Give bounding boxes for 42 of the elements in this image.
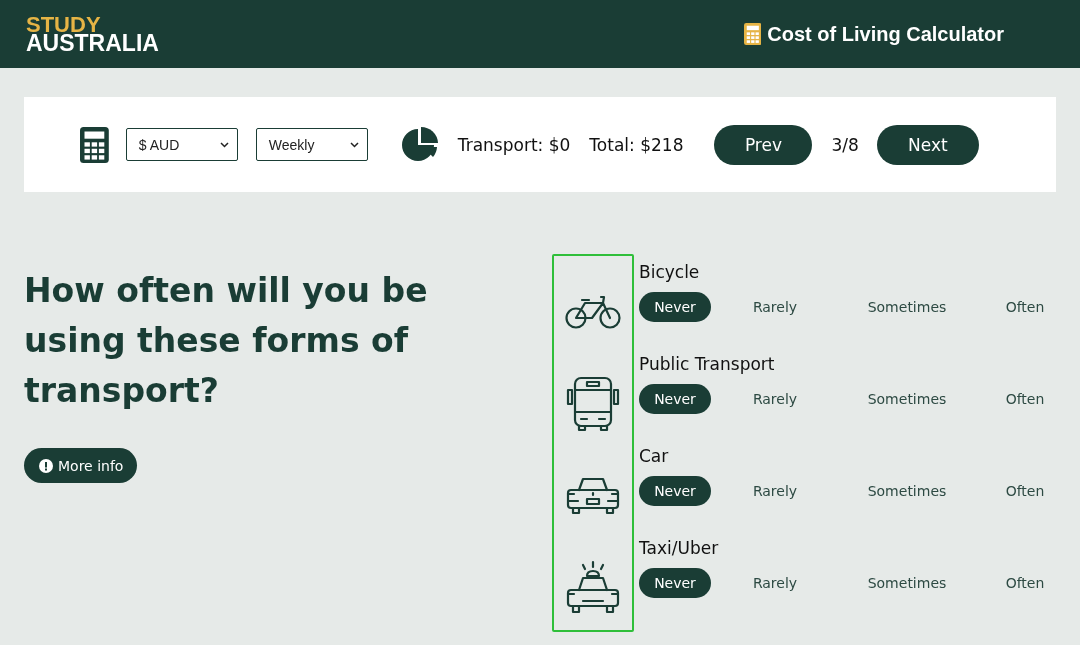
- frequency-option[interactable]: Sometimes: [839, 384, 975, 414]
- car-icon: [565, 476, 621, 516]
- frequency-option[interactable]: Rarely: [725, 292, 825, 322]
- logo-text: STUDY: [26, 15, 101, 34]
- pie-chart-icon: [400, 125, 439, 164]
- frequency-option[interactable]: Rarely: [725, 568, 825, 598]
- frequency-option[interactable]: Often: [989, 292, 1061, 322]
- taxi-icon: [565, 560, 621, 616]
- frequency-option[interactable]: Sometimes: [839, 292, 975, 322]
- prev-button[interactable]: Prev: [714, 124, 813, 165]
- frequency-option[interactable]: Never: [639, 384, 711, 414]
- caret-icon: [349, 141, 359, 148]
- caret-icon: [219, 141, 229, 148]
- exclamation-icon: [39, 458, 53, 473]
- frequency-option[interactable]: Never: [639, 568, 711, 598]
- frequency-option[interactable]: Often: [989, 384, 1061, 414]
- frequency-option[interactable]: Rarely: [725, 476, 825, 506]
- total-cost: Total: $218: [589, 134, 684, 155]
- calculator-icon: [743, 23, 762, 45]
- calculator-icon: [80, 126, 109, 163]
- frequency-option[interactable]: Sometimes: [839, 476, 975, 506]
- bus-icon: [565, 376, 621, 432]
- bicycle-icon: [565, 294, 621, 330]
- more-info-button[interactable]: More info: [24, 448, 138, 483]
- frequency-option[interactable]: Never: [639, 292, 711, 322]
- transport-label: Public Transport: [639, 354, 776, 376]
- step-counter: 3/8: [831, 134, 859, 155]
- logo-text: AUSTRALIA: [26, 34, 159, 53]
- next-button[interactable]: Next: [876, 124, 979, 165]
- frequency-option[interactable]: Rarely: [725, 384, 825, 414]
- transport-label: Bicycle: [639, 262, 701, 284]
- frequency-option[interactable]: Often: [989, 476, 1061, 506]
- page-title: Cost of Living Calculator: [767, 22, 1004, 46]
- currency-select[interactable]: $ AUD: [125, 128, 238, 161]
- transport-label: Car: [639, 446, 670, 468]
- transport-cost: Transport: $0: [457, 134, 571, 155]
- period-select[interactable]: Weekly: [255, 128, 368, 161]
- frequency-option[interactable]: Never: [639, 476, 711, 506]
- frequency-option[interactable]: Often: [989, 568, 1061, 598]
- transport-label: Taxi/Uber: [639, 538, 720, 560]
- frequency-option[interactable]: Sometimes: [839, 568, 975, 598]
- question-heading: How often will you be using these forms of transport?: [24, 270, 429, 412]
